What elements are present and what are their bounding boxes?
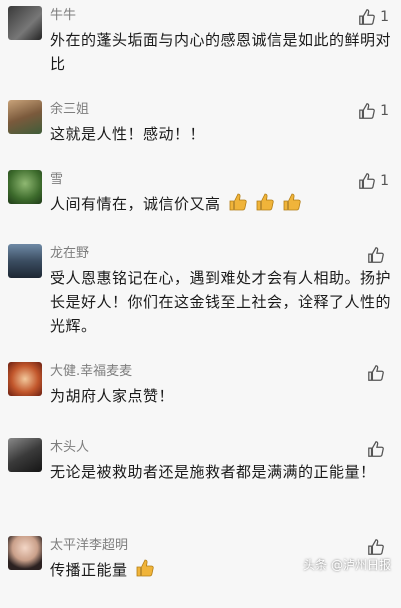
- commenter-name[interactable]: 牛牛: [50, 8, 391, 24]
- watermark-text: 头条 @泸州日报: [303, 558, 391, 572]
- comment-text: 受人恩惠铭记在心，遇到难处才会有人相助。扬护长是好人！你们在这金钱至上社会，诠释…: [50, 269, 392, 335]
- thumbs-up-icon: [368, 441, 384, 457]
- commenter-name[interactable]: 太平洋李超明: [50, 538, 391, 554]
- commenter-name[interactable]: 大健.幸福麦麦: [50, 364, 391, 380]
- commenter-name[interactable]: 雪: [50, 172, 391, 188]
- avatar[interactable]: [8, 170, 42, 204]
- comment-text-content: 传播正能量: [50, 561, 128, 579]
- thumbs-up-emoji-icon: [228, 192, 248, 212]
- comment-text: 为胡府人家点赞！: [50, 387, 175, 405]
- like-button[interactable]: 1: [358, 102, 389, 120]
- avatar[interactable]: [8, 244, 42, 278]
- comment-item: 牛牛 外在的蓬头垢面与内心的感恩诚信是如此的鲜明对比 1: [0, 0, 401, 94]
- thumbs-up-icon: [359, 103, 375, 119]
- thumbs-up-icon: [359, 9, 375, 25]
- comment-item: 余三姐 这就是人性！感动！！ 1: [0, 94, 401, 164]
- like-button[interactable]: [367, 440, 389, 458]
- commenter-name[interactable]: 木头人: [50, 440, 391, 456]
- avatar[interactable]: [8, 362, 42, 396]
- avatar[interactable]: [8, 6, 42, 40]
- like-count: 1: [380, 103, 389, 119]
- comment-item: 大健.幸福麦麦 为胡府人家点赞！: [0, 356, 401, 432]
- watermark: 头条 @泸州日报: [303, 556, 391, 573]
- thumbs-up-icon: [368, 365, 384, 381]
- avatar[interactable]: [8, 100, 42, 134]
- thumbs-up-icon: [359, 173, 375, 189]
- thumbs-up-icon: [368, 247, 384, 263]
- like-button[interactable]: 1: [358, 8, 389, 26]
- thumbs-up-emoji-icon: [282, 192, 302, 212]
- comment-item: 雪 人间有情在，诚信价又高 1: [0, 164, 401, 238]
- comment-list: 牛牛 外在的蓬头垢面与内心的感恩诚信是如此的鲜明对比 1 余三姐 这就是人性！感…: [0, 0, 401, 608]
- comment-text: 这就是人性！感动！！: [50, 125, 206, 143]
- thumbs-up-emoji-icon: [255, 192, 275, 212]
- comment-text: 无论是被救助者还是施救者都是满满的正能量！: [50, 463, 376, 481]
- comment-item: 龙在野 受人恩惠铭记在心，遇到难处才会有人相助。扬护长是好人！你们在这金钱至上社…: [0, 238, 401, 356]
- like-button[interactable]: 1: [358, 172, 389, 190]
- commenter-name[interactable]: 余三姐: [50, 102, 391, 118]
- like-button[interactable]: [367, 246, 389, 264]
- comment-text: 人间有情在，诚信价又高: [50, 192, 391, 216]
- comment-item: 木头人 无论是被救助者还是施救者都是满满的正能量！: [0, 432, 401, 530]
- commenter-name[interactable]: 龙在野: [50, 246, 391, 262]
- like-count: 1: [380, 173, 389, 189]
- like-button[interactable]: [367, 538, 389, 556]
- comment-text-content: 人间有情在，诚信价又高: [50, 195, 221, 213]
- comment-text: 外在的蓬头垢面与内心的感恩诚信是如此的鲜明对比: [50, 31, 392, 73]
- thumbs-up-emoji-icon: [135, 558, 155, 578]
- like-button[interactable]: [367, 364, 389, 382]
- avatar[interactable]: [8, 438, 42, 472]
- like-count: 1: [380, 9, 389, 25]
- thumbs-up-icon: [368, 539, 384, 555]
- avatar[interactable]: [8, 536, 42, 570]
